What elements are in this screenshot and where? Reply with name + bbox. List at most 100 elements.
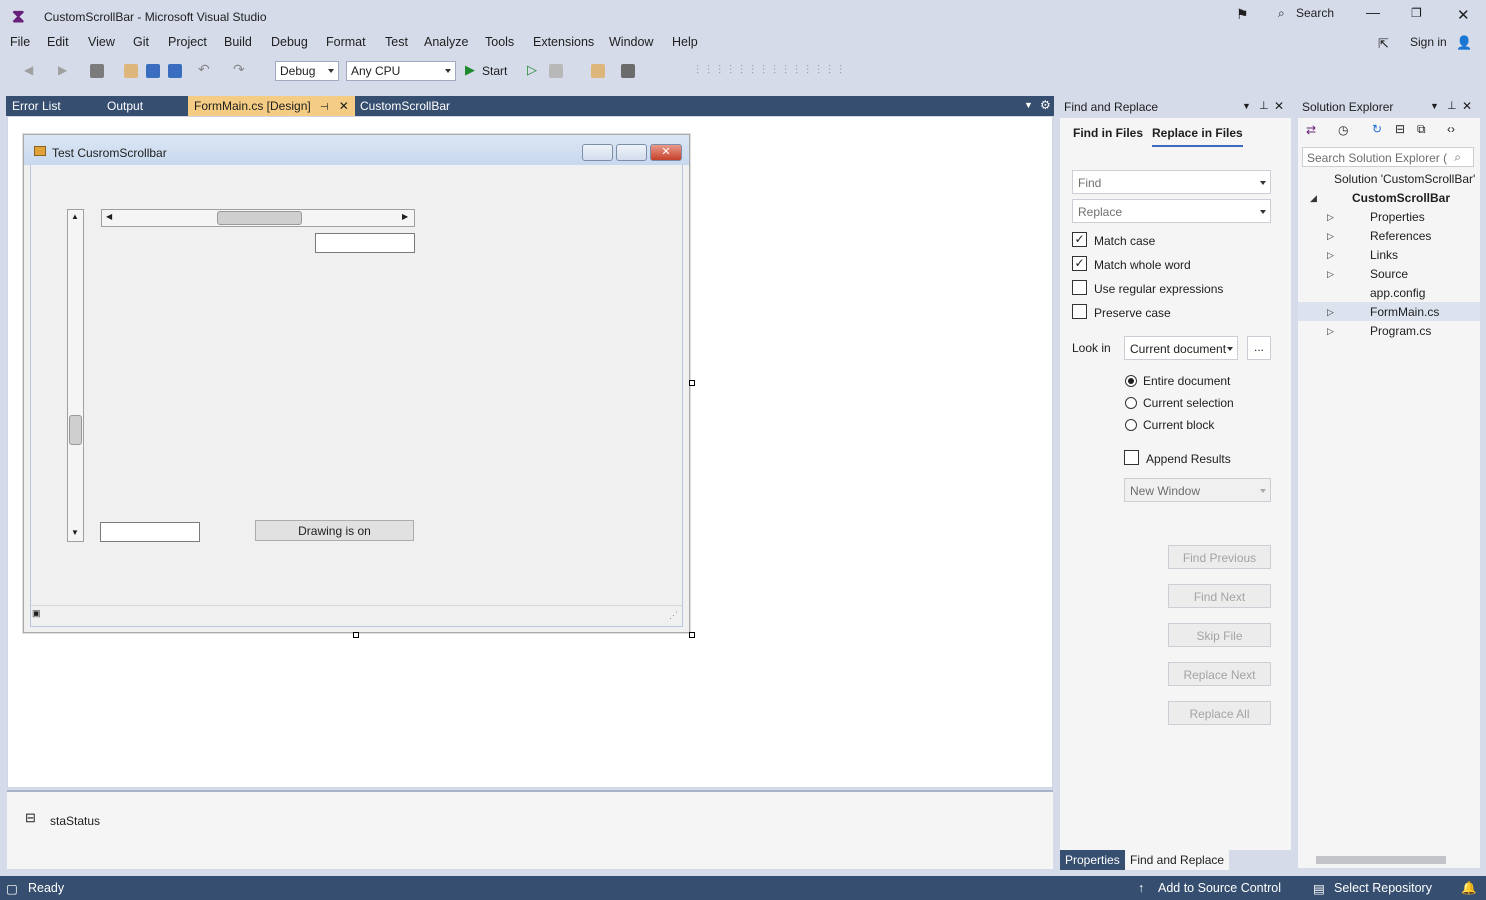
form-close-button[interactable]: ✕ bbox=[650, 144, 682, 161]
menu-git[interactable]: Git bbox=[133, 35, 149, 49]
replace-all-button[interactable]: Replace All bbox=[1168, 701, 1271, 725]
preserve-case-checkbox[interactable] bbox=[1072, 304, 1087, 319]
tab-properties[interactable]: Properties bbox=[1060, 850, 1125, 870]
drawing-toggle-button[interactable]: Drawing is on bbox=[255, 520, 414, 541]
scope-selection-radio[interactable] bbox=[1125, 397, 1137, 409]
vertical-scrollbar[interactable]: ▲ ▼ bbox=[67, 209, 84, 542]
resize-handle-bottom[interactable] bbox=[353, 632, 359, 638]
tab-settings-icon[interactable]: ⚙ bbox=[1040, 98, 1051, 112]
vertical-scroll-thumb[interactable] bbox=[69, 415, 82, 445]
menu-debug[interactable]: Debug bbox=[271, 35, 308, 49]
form-minimize-button[interactable] bbox=[582, 144, 613, 161]
find-input[interactable]: Find bbox=[1072, 170, 1271, 194]
search-button[interactable]: Search bbox=[1296, 6, 1334, 20]
replace-next-button[interactable]: Replace Next bbox=[1168, 662, 1271, 686]
skip-file-button[interactable]: Skip File bbox=[1168, 623, 1271, 647]
collapse-all-icon[interactable]: ⊟ bbox=[1395, 122, 1405, 136]
folder-icon[interactable] bbox=[591, 64, 605, 78]
forward-icon[interactable]: ▶ bbox=[58, 63, 67, 77]
menu-build[interactable]: Build bbox=[224, 35, 252, 49]
show-all-files-icon[interactable]: ⧉ bbox=[1417, 122, 1426, 137]
match-whole-word-checkbox[interactable]: ✓ bbox=[1072, 256, 1087, 271]
tab-formmain-design[interactable]: FormMain.cs [Design] ⊣ ✕ bbox=[188, 96, 355, 116]
refresh-icon[interactable]: ↻ bbox=[1372, 122, 1382, 136]
configuration-select[interactable]: Debug bbox=[275, 61, 339, 81]
expand-program-icon[interactable]: ▷ bbox=[1327, 326, 1334, 337]
form-maximize-button[interactable] bbox=[616, 144, 647, 161]
save-icon[interactable] bbox=[146, 64, 160, 78]
account-icon[interactable]: 👤 bbox=[1456, 35, 1472, 51]
designed-form[interactable]: Test CusromScrollbar ✕ ▲ ▼ ◀ ▶ Drawing i… bbox=[23, 134, 690, 633]
notifications-icon[interactable]: 🔔 bbox=[1461, 881, 1477, 896]
layout-icon[interactable] bbox=[621, 64, 635, 78]
save-all-icon[interactable] bbox=[168, 64, 182, 78]
menu-analyze[interactable]: Analyze bbox=[424, 35, 468, 49]
resize-handle-corner[interactable] bbox=[689, 632, 695, 638]
menu-test[interactable]: Test bbox=[385, 35, 408, 49]
new-project-icon[interactable] bbox=[90, 64, 104, 78]
match-case-checkbox[interactable]: ✓ bbox=[1072, 232, 1087, 247]
find-previous-button[interactable]: Find Previous bbox=[1168, 545, 1271, 569]
menu-project[interactable]: Project bbox=[168, 35, 207, 49]
menu-extensions[interactable]: Extensions bbox=[533, 35, 594, 49]
tree-properties[interactable]: Properties bbox=[1370, 210, 1425, 224]
menu-tools[interactable]: Tools bbox=[485, 35, 514, 49]
menu-file[interactable]: File bbox=[10, 35, 30, 49]
tree-formmain[interactable]: FormMain.cs bbox=[1370, 305, 1439, 319]
expand-formmain-icon[interactable]: ▷ bbox=[1327, 307, 1334, 318]
tab-customscrollbar[interactable]: CustomScrollBar bbox=[354, 96, 456, 116]
platform-select[interactable]: Any CPU bbox=[346, 61, 456, 81]
menu-edit[interactable]: Edit bbox=[47, 35, 69, 49]
repository-icon[interactable]: ▤ bbox=[1313, 881, 1325, 896]
horizontal-scroll-thumb[interactable] bbox=[217, 211, 302, 225]
tree-references[interactable]: References bbox=[1370, 229, 1431, 243]
size-grip-icon[interactable]: ⋰ bbox=[669, 610, 678, 621]
solution-horizontal-scrollbar[interactable] bbox=[1302, 854, 1476, 866]
panel-close-icon[interactable]: ✕ bbox=[1274, 99, 1284, 113]
sol-scroll-thumb[interactable] bbox=[1316, 856, 1446, 864]
menu-format[interactable]: Format bbox=[326, 35, 366, 49]
panel-pin-icon[interactable]: ⊥ bbox=[1259, 99, 1269, 112]
find-next-button[interactable]: Find Next bbox=[1168, 584, 1271, 608]
back-icon[interactable]: ◀ bbox=[24, 63, 33, 77]
start-icon[interactable]: ▶ bbox=[465, 62, 475, 78]
tree-project[interactable]: CustomScrollBar bbox=[1352, 191, 1450, 205]
start-button[interactable]: Start bbox=[482, 64, 507, 78]
tree-solution[interactable]: Solution 'CustomScrollBar' bbox=[1334, 172, 1475, 186]
scroll-right-icon[interactable]: ▶ bbox=[402, 212, 408, 221]
expand-links-icon[interactable]: ▷ bbox=[1327, 250, 1334, 261]
look-in-select[interactable]: Current document bbox=[1124, 336, 1238, 360]
tab-output[interactable]: Output bbox=[101, 96, 149, 116]
expand-references-icon[interactable]: ▷ bbox=[1327, 231, 1334, 242]
panel-dropdown-icon[interactable]: ▼ bbox=[1242, 101, 1251, 111]
tree-program[interactable]: Program.cs bbox=[1370, 324, 1431, 338]
tab-find-in-files[interactable]: Find in Files bbox=[1073, 126, 1143, 140]
tree-links[interactable]: Links bbox=[1370, 248, 1398, 262]
tab-overflow-icon[interactable]: ▼ bbox=[1024, 100, 1033, 110]
tree-app-config[interactable]: app.config bbox=[1370, 286, 1425, 300]
browse-button[interactable]: ... bbox=[1247, 336, 1271, 360]
undo-icon[interactable]: ↶ bbox=[198, 61, 210, 78]
tab-find-and-replace[interactable]: Find and Replace bbox=[1125, 850, 1230, 870]
bottom-textbox[interactable] bbox=[100, 522, 200, 542]
resize-handle-right[interactable] bbox=[689, 380, 695, 386]
scope-block-radio[interactable] bbox=[1125, 419, 1137, 431]
close-icon[interactable]: ✕ bbox=[1457, 6, 1470, 24]
tab-replace-in-files[interactable]: Replace in Files bbox=[1152, 126, 1243, 147]
history-icon[interactable]: ◷ bbox=[1338, 123, 1348, 137]
source-control-icon[interactable]: ↑ bbox=[1138, 881, 1144, 895]
horizontal-scrollbar[interactable]: ◀ ▶ bbox=[101, 209, 415, 227]
menu-help[interactable]: Help bbox=[672, 35, 698, 49]
open-file-icon[interactable] bbox=[124, 64, 138, 78]
attach-icon[interactable] bbox=[549, 64, 563, 78]
solution-search-input[interactable]: Search Solution Explorer (⌕ bbox=[1302, 147, 1474, 167]
sol-dropdown-icon[interactable]: ▼ bbox=[1430, 101, 1439, 111]
expand-project-icon[interactable]: ◢ bbox=[1310, 193, 1317, 204]
search-icon[interactable]: ⌕ bbox=[1278, 6, 1285, 21]
view-code-icon[interactable]: ‹› bbox=[1447, 122, 1455, 136]
feedback-icon[interactable]: ⚑ bbox=[1236, 6, 1249, 23]
tab-error-list[interactable]: Error List bbox=[6, 96, 67, 116]
scroll-up-icon[interactable]: ▲ bbox=[71, 212, 79, 221]
scope-entire-radio[interactable] bbox=[1125, 375, 1137, 387]
align-tools-icon[interactable]: ⫶⫶⫶⫶⫶⫶⫶⫶⫶⫶⫶⫶⫶⫶ bbox=[696, 63, 850, 78]
